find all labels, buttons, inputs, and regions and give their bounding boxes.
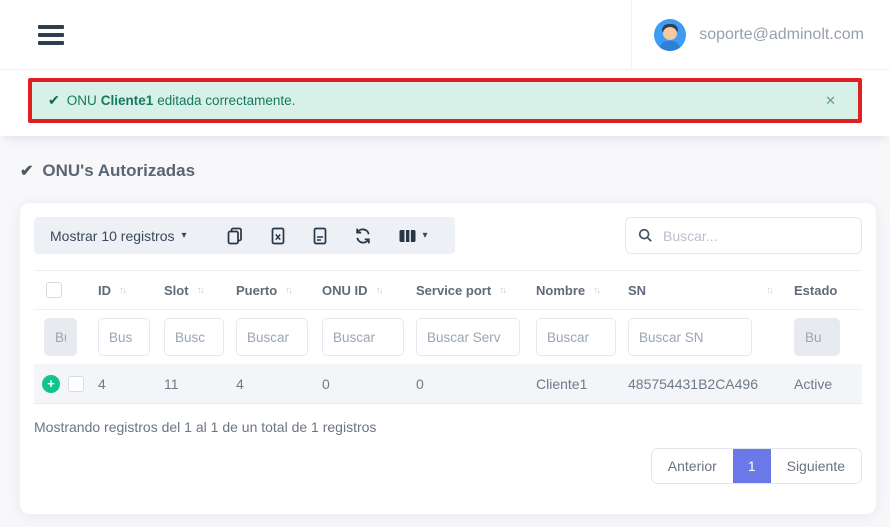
header-estado[interactable]: Estado bbox=[794, 283, 862, 298]
search-icon bbox=[638, 227, 653, 244]
chevron-down-icon: ▾ bbox=[181, 230, 186, 241]
cell-slot: 11 bbox=[164, 376, 236, 392]
chevron-down-icon: ▾ bbox=[423, 230, 428, 241]
search-container bbox=[625, 217, 862, 254]
column-visibility-icon bbox=[398, 228, 417, 244]
topbar: soporte@adminolt.com bbox=[0, 0, 890, 70]
row-checkbox[interactable] bbox=[68, 376, 84, 392]
sort-icon: ↑↓ bbox=[197, 285, 203, 296]
onu-table: ID ↑↓ Slot ↑↓ Puerto ↑↓ ONU ID ↑↓ Servic… bbox=[34, 270, 862, 404]
header-select bbox=[34, 282, 98, 298]
file-export-icon bbox=[312, 227, 328, 245]
user-avatar bbox=[654, 19, 686, 51]
page-title: ✔ ONU's Autorizadas bbox=[20, 161, 890, 181]
datatable-buttons: Mostrar 10 registros ▾ bbox=[34, 217, 455, 254]
expand-row-icon[interactable]: + bbox=[42, 375, 60, 393]
header-slot[interactable]: Slot ↑↓ bbox=[164, 283, 236, 298]
copy-button[interactable] bbox=[213, 227, 257, 245]
filter-sn[interactable] bbox=[628, 318, 752, 356]
search-input[interactable] bbox=[663, 228, 849, 244]
user-email: soporte@adminolt.com bbox=[699, 26, 864, 44]
sort-icon: ↑↓ bbox=[119, 285, 125, 296]
cell-service-port: 0 bbox=[416, 376, 536, 392]
annotation-highlight-box: ✔ ONU Cliente1 editada correctamente. ✕ bbox=[28, 78, 862, 123]
filter-onu-id[interactable] bbox=[322, 318, 404, 356]
alert-message-suffix: editada correctamente. bbox=[157, 93, 295, 108]
check-icon: ✔ bbox=[20, 161, 33, 181]
sort-icon: ↑↓ bbox=[766, 285, 772, 296]
table-header-row: ID ↑↓ Slot ↑↓ Puerto ↑↓ ONU ID ↑↓ Servic… bbox=[34, 270, 862, 310]
table-footer: Mostrando registros del 1 al 1 de un tot… bbox=[34, 419, 862, 484]
page-title-label: ONU's Autorizadas bbox=[42, 161, 195, 181]
cell-nombre: Cliente1 bbox=[536, 376, 628, 392]
table-toolbar: Mostrar 10 registros ▾ bbox=[34, 217, 862, 254]
excel-export-button[interactable] bbox=[257, 227, 299, 245]
sort-icon: ↑↓ bbox=[376, 285, 382, 296]
success-alert: ✔ ONU Cliente1 editada correctamente. ✕ bbox=[32, 82, 858, 119]
onu-table-card: Mostrar 10 registros ▾ bbox=[20, 203, 876, 514]
select-all-checkbox[interactable] bbox=[46, 282, 62, 298]
header-id[interactable]: ID ↑↓ bbox=[98, 283, 164, 298]
cell-puerto: 4 bbox=[236, 376, 322, 392]
alert-section: ✔ ONU Cliente1 editada correctamente. ✕ bbox=[0, 70, 890, 136]
file-export-button[interactable] bbox=[299, 227, 341, 245]
alert-message-client: Cliente1 bbox=[101, 93, 154, 108]
table-row: + 4 11 4 0 0 Cliente1 485754431B2CA496 A… bbox=[34, 364, 862, 404]
excel-export-icon bbox=[270, 227, 286, 245]
filter-service-port[interactable] bbox=[416, 318, 520, 356]
check-icon: ✔ bbox=[48, 92, 60, 109]
filter-slot[interactable] bbox=[164, 318, 224, 356]
pagination-page-1-button[interactable]: 1 bbox=[733, 449, 771, 483]
records-info: Mostrando registros del 1 al 1 de un tot… bbox=[34, 419, 862, 435]
refresh-icon bbox=[354, 227, 372, 245]
pagination-prev-button[interactable]: Anterior bbox=[652, 449, 733, 483]
user-menu[interactable]: soporte@adminolt.com bbox=[631, 0, 864, 70]
header-service-port[interactable]: Service port ↑↓ bbox=[416, 283, 536, 298]
filter-nombre[interactable] bbox=[536, 318, 616, 356]
refresh-button[interactable] bbox=[341, 227, 385, 245]
menu-toggle-icon[interactable] bbox=[38, 25, 64, 45]
cell-estado: Active bbox=[794, 376, 862, 392]
filter-select bbox=[44, 318, 77, 356]
alert-message: ONU Cliente1 editada correctamente. bbox=[67, 93, 296, 108]
filter-estado bbox=[794, 318, 840, 356]
header-sn[interactable]: SN ↑↓ bbox=[628, 283, 794, 298]
header-puerto[interactable]: Puerto ↑↓ bbox=[236, 283, 322, 298]
pagination-next-button[interactable]: Siguiente bbox=[771, 449, 861, 483]
sort-icon: ↑↓ bbox=[285, 285, 291, 296]
copy-icon bbox=[226, 227, 244, 245]
header-onu-id[interactable]: ONU ID ↑↓ bbox=[322, 283, 416, 298]
header-nombre[interactable]: Nombre ↑↓ bbox=[536, 283, 628, 298]
page-length-dropdown[interactable]: Mostrar 10 registros ▾ bbox=[50, 228, 187, 244]
pagination: Anterior 1 Siguiente bbox=[651, 448, 862, 484]
table-filter-row bbox=[34, 310, 862, 364]
cell-id: 4 bbox=[98, 376, 164, 392]
filter-id[interactable] bbox=[98, 318, 150, 356]
sort-icon: ↑↓ bbox=[499, 285, 505, 296]
alert-message-prefix: ONU bbox=[67, 93, 97, 108]
cell-onu-id: 0 bbox=[322, 376, 416, 392]
filter-puerto[interactable] bbox=[236, 318, 308, 356]
cell-sn: 485754431B2CA496 bbox=[628, 376, 794, 392]
column-visibility-button[interactable]: ▾ bbox=[385, 228, 441, 244]
close-icon[interactable]: ✕ bbox=[819, 93, 842, 109]
sort-icon: ↑↓ bbox=[593, 285, 599, 296]
page-length-label: Mostrar 10 registros bbox=[50, 228, 174, 244]
